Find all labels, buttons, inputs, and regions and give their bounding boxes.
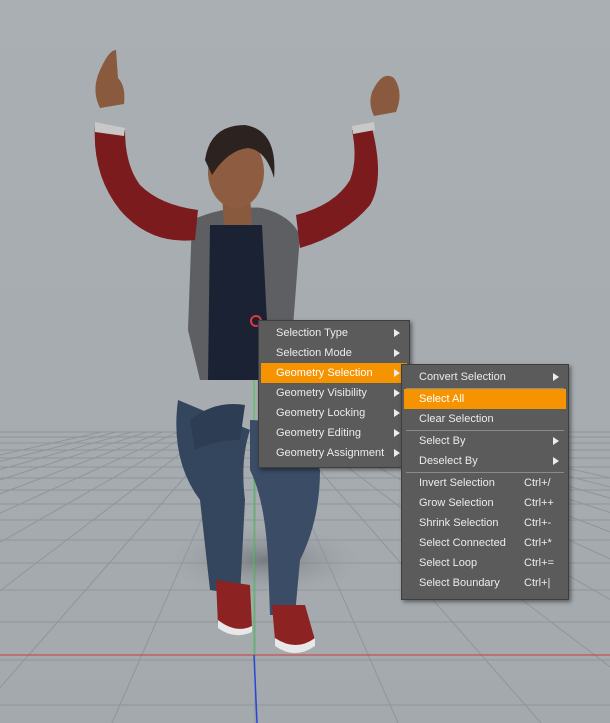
submenu-arrow-icon bbox=[394, 389, 400, 397]
menu-item-geometry-editing[interactable]: Geometry Editing bbox=[261, 423, 407, 443]
menu-item-shortcut: Ctrl+| bbox=[524, 577, 551, 589]
menu-item-label: Select Boundary bbox=[419, 577, 500, 589]
menu-item-grow-selection[interactable]: Grow Selection Ctrl++ bbox=[404, 493, 566, 513]
menu-item-label: Shrink Selection bbox=[419, 517, 499, 529]
menu-item-label: Selection Type bbox=[276, 327, 348, 339]
menu-item-select-all[interactable]: Select All bbox=[404, 389, 566, 409]
context-menu-geometry-selection: Convert Selection Select All Clear Selecti… bbox=[401, 364, 569, 600]
menu-item-geometry-visibility[interactable]: Geometry Visibility bbox=[261, 383, 407, 403]
menu-item-label: Select Loop bbox=[419, 557, 478, 569]
menu-item-convert-selection[interactable]: Convert Selection bbox=[404, 367, 566, 387]
menu-item-deselect-by[interactable]: Deselect By bbox=[404, 451, 566, 471]
submenu-arrow-icon bbox=[553, 457, 559, 465]
menu-item-label: Geometry Visibility bbox=[276, 387, 367, 399]
menu-item-invert-selection[interactable]: Invert Selection Ctrl+/ bbox=[404, 473, 566, 493]
menu-item-shrink-selection[interactable]: Shrink Selection Ctrl+- bbox=[404, 513, 566, 533]
menu-item-shortcut: Ctrl+* bbox=[524, 537, 552, 549]
menu-item-label: Invert Selection bbox=[419, 477, 495, 489]
menu-item-label: Selection Mode bbox=[276, 347, 352, 359]
menu-item-label: Grow Selection bbox=[419, 497, 494, 509]
menu-item-shortcut: Ctrl+/ bbox=[524, 477, 551, 489]
menu-item-label: Geometry Assignment bbox=[276, 447, 385, 459]
menu-item-label: Geometry Locking bbox=[276, 407, 366, 419]
menu-item-label: Convert Selection bbox=[419, 371, 506, 383]
context-menu-main: Selection Type Selection Mode Geometry Sel… bbox=[258, 320, 410, 468]
menu-item-geometry-assignment[interactable]: Geometry Assignment bbox=[261, 443, 407, 463]
menu-item-geometry-locking[interactable]: Geometry Locking bbox=[261, 403, 407, 423]
menu-item-label: Geometry Selection bbox=[276, 367, 373, 379]
submenu-arrow-icon bbox=[394, 449, 400, 457]
menu-item-select-connected[interactable]: Select Connected Ctrl+* bbox=[404, 533, 566, 553]
menu-item-label: Clear Selection bbox=[419, 413, 494, 425]
floor-shadow bbox=[155, 520, 375, 600]
submenu-arrow-icon bbox=[394, 369, 400, 377]
menu-item-shortcut: Ctrl++ bbox=[524, 497, 554, 509]
menu-item-shortcut: Ctrl+= bbox=[524, 557, 554, 569]
menu-item-label: Deselect By bbox=[419, 455, 478, 467]
menu-item-geometry-selection[interactable]: Geometry Selection bbox=[261, 363, 407, 383]
menu-item-select-loop[interactable]: Select Loop Ctrl+= bbox=[404, 553, 566, 573]
submenu-arrow-icon bbox=[394, 349, 400, 357]
menu-item-label: Select By bbox=[419, 435, 466, 447]
menu-item-select-by[interactable]: Select By bbox=[404, 431, 566, 451]
menu-item-label: Select Connected bbox=[419, 537, 506, 549]
menu-item-label: Geometry Editing bbox=[276, 427, 361, 439]
menu-item-label: Select All bbox=[419, 393, 465, 405]
menu-item-shortcut: Ctrl+- bbox=[524, 517, 552, 529]
submenu-arrow-icon bbox=[394, 329, 400, 337]
menu-item-selection-type[interactable]: Selection Type bbox=[261, 323, 407, 343]
menu-item-select-boundary[interactable]: Select Boundary Ctrl+| bbox=[404, 573, 566, 593]
menu-item-selection-mode[interactable]: Selection Mode bbox=[261, 343, 407, 363]
submenu-arrow-icon bbox=[394, 409, 400, 417]
submenu-arrow-icon bbox=[553, 373, 559, 381]
submenu-arrow-icon bbox=[553, 437, 559, 445]
submenu-arrow-icon bbox=[394, 429, 400, 437]
menu-item-clear-selection[interactable]: Clear Selection bbox=[404, 409, 566, 429]
